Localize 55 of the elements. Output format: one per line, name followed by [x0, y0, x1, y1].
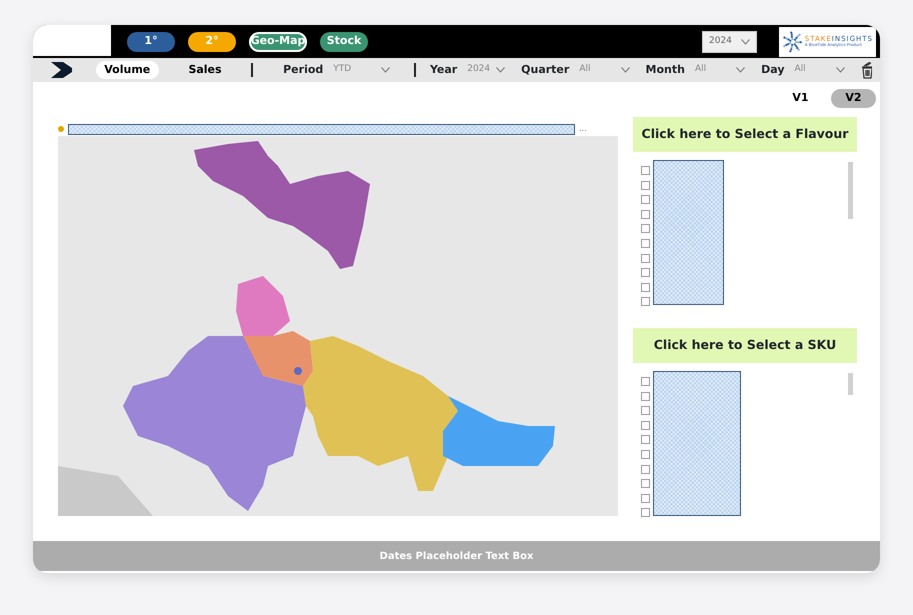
filter-label: Period	[283, 62, 324, 78]
checkbox[interactable]	[641, 282, 650, 292]
checkbox[interactable]	[641, 435, 650, 444]
checkbox[interactable]	[641, 180, 650, 190]
checkbox[interactable]	[641, 297, 650, 306]
scrollbar[interactable]	[848, 373, 853, 395]
checkbox[interactable]	[641, 479, 650, 488]
checkbox[interactable]	[641, 254, 650, 263]
chevron-right-icon[interactable]	[51, 62, 72, 78]
chevron-down-icon	[620, 67, 630, 73]
filter-dropdown[interactable]: 2024	[467, 63, 506, 77]
checkbox[interactable]	[641, 406, 650, 416]
checkbox[interactable]	[641, 508, 650, 517]
checkbox[interactable]	[641, 450, 650, 459]
filter-dropdown[interactable]: All	[694, 63, 746, 77]
version-tab[interactable]: V2	[831, 89, 876, 108]
chevron-down-icon	[836, 67, 845, 73]
filter-dropdown[interactable]: All	[579, 63, 630, 77]
checkbox[interactable]	[641, 224, 650, 234]
clear-filters-icon[interactable]	[860, 62, 872, 78]
slicer-header[interactable]: Click here to Select a Flavour	[633, 117, 857, 152]
filter-label: Month	[646, 62, 685, 78]
filter-label: Day	[761, 62, 784, 78]
measure-tab[interactable]: Sales	[174, 61, 236, 79]
chevron-down-icon	[741, 38, 750, 44]
chevron-down-icon	[736, 67, 746, 73]
checkbox[interactable]	[641, 494, 650, 503]
year-dropdown[interactable]: 2024	[702, 30, 757, 52]
filter-label: Quarter	[521, 62, 570, 78]
chevron-down-icon	[381, 67, 390, 73]
slicer-header[interactable]: Click here to Select a SKU	[633, 328, 857, 363]
checkbox[interactable]	[641, 166, 650, 175]
dropdown-value: 2024	[709, 34, 732, 48]
chevron-down-icon	[496, 67, 506, 73]
version-tab[interactable]: V1	[778, 89, 823, 108]
checkbox[interactable]	[641, 377, 650, 386]
footer-text: Dates Placeholder Text Box	[33, 541, 880, 571]
checkbox[interactable]	[641, 420, 650, 430]
checkbox[interactable]	[641, 238, 650, 248]
checkbox[interactable]	[641, 464, 650, 474]
checkbox[interactable]	[641, 392, 650, 401]
logo-icon	[782, 30, 802, 52]
checkbox[interactable]	[641, 268, 650, 278]
nav-button[interactable]: Stock	[320, 32, 368, 52]
title-overflow-text: ...	[579, 123, 587, 135]
checkbox[interactable]	[641, 210, 650, 219]
nav-button[interactable]: 1°	[127, 32, 175, 52]
filter-label: Year	[430, 62, 458, 78]
checkbox[interactable]	[641, 195, 650, 204]
status-dot-icon	[58, 126, 64, 132]
filter-dropdown[interactable]: All	[794, 63, 845, 77]
scrollbar[interactable]	[848, 162, 853, 219]
nav-button[interactable]: Geo-Map	[249, 32, 307, 52]
filter-dropdown[interactable]: YTD	[333, 63, 390, 77]
measure-tab[interactable]: Volume	[96, 61, 159, 79]
